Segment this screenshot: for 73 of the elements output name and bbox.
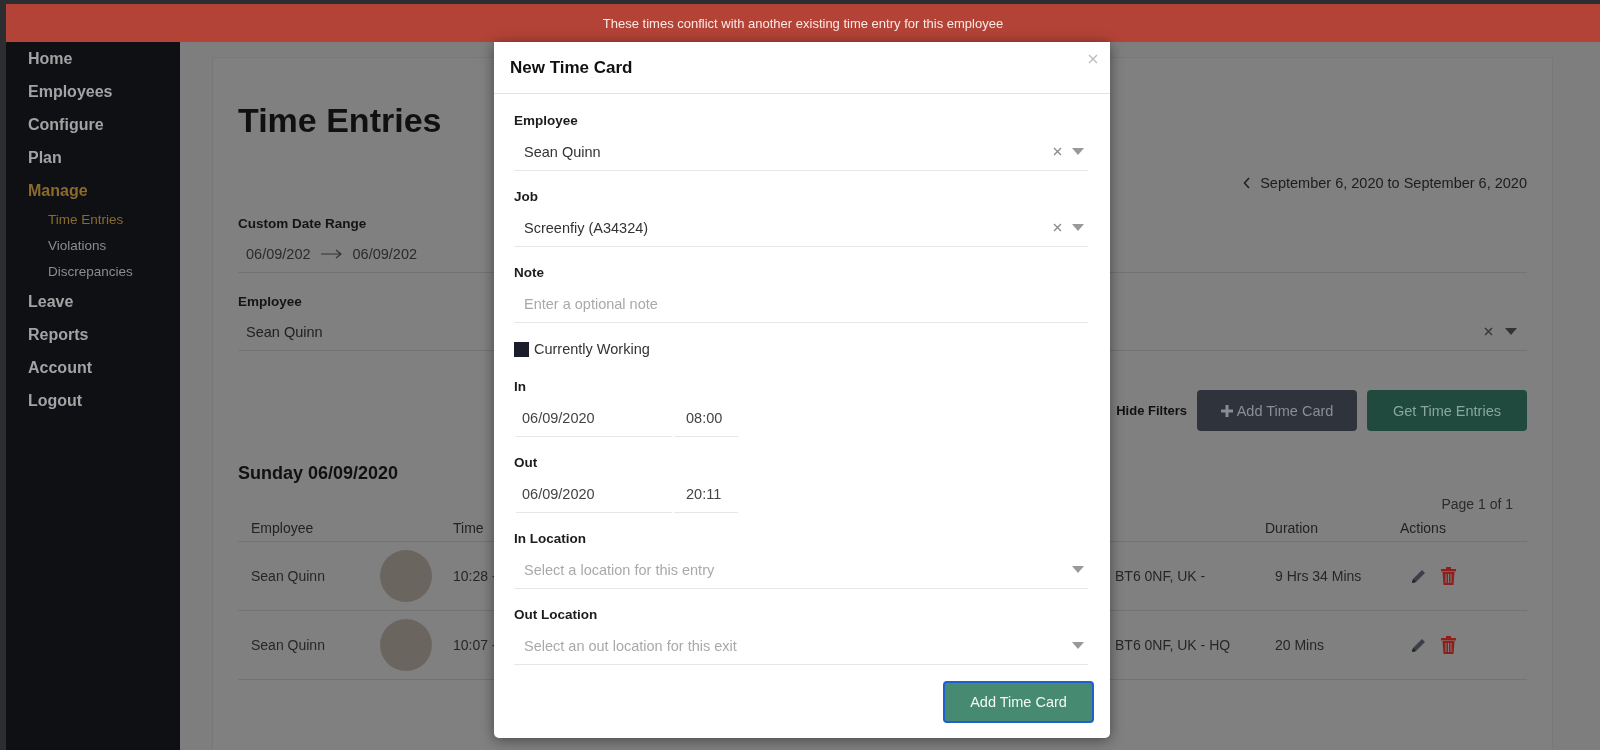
table-cell-text: 9 Hrs 34 Mins [1274,568,1363,584]
table-cell-text: BT6 0NF, UK - [1115,568,1207,584]
column-header: Actions [1400,519,1446,536]
avatar [379,550,432,602]
nav-subitem[interactable]: Violations [28,233,107,259]
nav-item[interactable]: Logout [28,384,83,417]
dialog-title: New Time Card [510,57,633,78]
select-field[interactable]: Sean Quinn [514,133,1088,171]
edit-button[interactable] [1410,636,1427,654]
pencil-icon [1410,567,1427,585]
avatar [379,619,432,671]
nav-subitem[interactable]: Time Entries [28,207,124,233]
nav-item[interactable]: Account [28,351,92,384]
table-cell-text: BT6 0NF, UK - HQ [1115,637,1232,653]
currently-working-checkbox[interactable]: Currently Working [514,341,650,357]
day-heading: Sunday 06/09/2020 [238,463,399,484]
get-time-entries-button[interactable]: Get Time Entries [1367,390,1527,431]
add-time-card-button[interactable]: Add Time Card [943,681,1094,723]
caret-icon [1505,328,1517,335]
trash-icon [1441,636,1456,654]
date-input[interactable]: 06/09/2020 [516,399,672,437]
caret-icon [1072,148,1084,155]
table-cell-text: Sean Quinn [250,568,326,584]
hide-filters-link[interactable]: Hide Filters [1116,403,1187,418]
add-time-card-button[interactable]: Add Time Card [1197,390,1357,431]
plus-icon [1220,404,1233,417]
time-input[interactable]: 20:11 [674,475,738,513]
nav-item[interactable]: Home [28,42,73,75]
nav-item[interactable]: Reports [28,318,89,351]
nav-item[interactable]: Configure [28,108,104,141]
end-date: 06/09/202 [352,245,418,262]
field-label: Employee [238,294,302,309]
close-button[interactable] [1088,54,1098,64]
column-header: Duration [1265,519,1319,536]
delete-button[interactable] [1441,636,1456,654]
field-label: Custom Date Range [238,216,367,231]
trash-icon [1441,567,1456,585]
table-cell-text: Sean Quinn [250,637,326,653]
close-icon [1088,54,1098,64]
edit-button[interactable] [1410,567,1427,585]
field-label: Out [514,454,538,472]
arrow-right-icon [320,248,343,259]
table-cell-text: 20 Mins [1274,637,1326,653]
select-field[interactable]: Screenfiy (A34324) [514,209,1088,247]
nav-item[interactable]: Employees [28,75,113,108]
start-date: 06/09/202 [246,245,311,262]
field-label: In Location [514,530,586,548]
nav-subitem[interactable]: Discrepancies [28,259,133,285]
field-label: Job [514,188,538,206]
time-input[interactable]: 08:00 [674,399,738,437]
date-range-text: September 6, 2020 to September 6, 2020 [1260,175,1527,191]
nav-item[interactable]: Leave [28,285,74,318]
caret-icon [1072,642,1084,649]
field-label: Employee [514,112,578,130]
error-message: These times conflict with another existing time entry for this employee [602,15,1004,31]
pencil-icon [1410,636,1427,654]
field-label: Note [514,264,544,282]
caret-icon [1072,566,1084,573]
field-label: In [514,378,526,396]
nav-item[interactable]: Manage [28,174,88,207]
column-header: Employee [250,519,315,536]
delete-button[interactable] [1441,567,1456,585]
pagination-text: Page 1 of 1 [1441,496,1513,512]
select-value: Sean Quinn [246,323,323,340]
page-title: Time Entries [238,100,442,140]
field-label: Out Location [514,606,598,624]
nav-item[interactable]: Plan [28,141,62,174]
caret-icon [1072,224,1084,231]
table-cell: 10:07 - [453,637,497,653]
column-header: Time [453,519,484,536]
chevron-left-icon [1243,177,1252,189]
date-input[interactable]: 06/09/2020 [516,475,672,513]
table-cell: 10:28 - [453,568,497,584]
